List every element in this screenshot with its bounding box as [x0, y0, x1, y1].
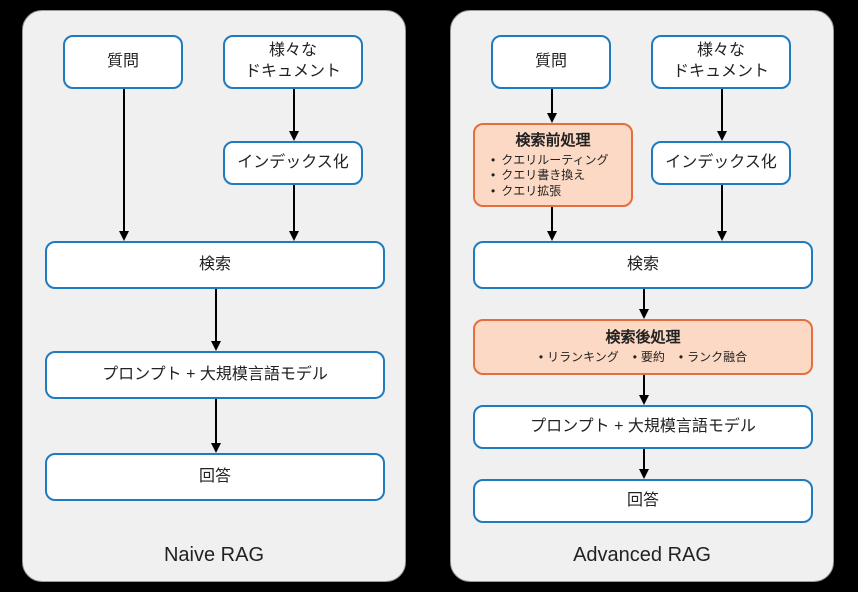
adv-post-item: ランク融合 [679, 350, 747, 366]
naive-indexing-box: インデックス化 [223, 141, 363, 185]
adv-pre-title: 検索前処理 [515, 131, 590, 151]
advanced-title: Advanced RAG [451, 544, 833, 567]
arrow-icon [215, 289, 217, 351]
naive-documents-box: 様々な ドキュメント [223, 35, 363, 89]
naive-prompt-llm-label: プロンプト + 大規模言語モデル [102, 365, 328, 386]
arrow-icon [721, 185, 723, 241]
adv-pre-list: クエリルーティング クエリ書き換え クエリ拡張 [485, 153, 621, 200]
arrow-icon [721, 89, 723, 141]
adv-indexing-label: インデックス化 [665, 153, 777, 174]
naive-documents-label: 様々な ドキュメント [245, 41, 341, 83]
arrow-icon [215, 399, 217, 453]
naive-title: Naive RAG [23, 544, 405, 567]
adv-retrieval-label: 検索 [627, 255, 659, 276]
advanced-panel: 質問 様々な ドキュメント 検索前処理 クエリルーティング クエリ書き換え クエ… [450, 10, 834, 582]
naive-prompt-llm-box: プロンプト + 大規模言語モデル [45, 351, 385, 399]
naive-answer-label: 回答 [199, 467, 231, 488]
naive-retrieval-box: 検索 [45, 241, 385, 289]
adv-answer-box: 回答 [473, 479, 813, 523]
adv-post-title: 検索後処理 [605, 328, 680, 348]
arrow-icon [643, 449, 645, 479]
naive-panel: 質問 様々な ドキュメント インデックス化 検索 プロンプト + 大規模言語モデ… [22, 10, 406, 582]
adv-answer-label: 回答 [627, 491, 659, 512]
adv-documents-label: 様々な ドキュメント [673, 41, 769, 83]
arrow-icon [293, 89, 295, 141]
naive-question-label: 質問 [107, 52, 139, 73]
adv-documents-box: 様々な ドキュメント [651, 35, 791, 89]
arrow-icon [123, 89, 125, 241]
adv-retrieval-box: 検索 [473, 241, 813, 289]
adv-indexing-box: インデックス化 [651, 141, 791, 185]
adv-post-item: リランキング [539, 350, 619, 366]
naive-retrieval-label: 検索 [199, 255, 231, 276]
adv-prompt-llm-box: プロンプト + 大規模言語モデル [473, 405, 813, 449]
arrow-icon [551, 207, 553, 241]
adv-prompt-llm-label: プロンプト + 大規模言語モデル [530, 417, 756, 438]
naive-indexing-label: インデックス化 [237, 153, 349, 174]
adv-post-retrieval-box: 検索後処理 リランキング 要約 ランク融合 [473, 319, 813, 375]
arrow-icon [551, 89, 553, 123]
naive-question-box: 質問 [63, 35, 183, 89]
arrow-icon [643, 375, 645, 405]
adv-pre-item: クエリ書き換え [491, 168, 621, 184]
adv-question-label: 質問 [535, 52, 567, 73]
naive-answer-box: 回答 [45, 453, 385, 501]
arrow-icon [293, 185, 295, 241]
arrow-icon [643, 289, 645, 319]
adv-pre-retrieval-box: 検索前処理 クエリルーティング クエリ書き換え クエリ拡張 [473, 123, 633, 207]
adv-pre-item: クエリルーティング [491, 153, 621, 169]
adv-post-list: リランキング 要約 ランク融合 [539, 350, 747, 366]
adv-post-item: 要約 [633, 350, 665, 366]
adv-pre-item: クエリ拡張 [491, 184, 621, 200]
adv-question-box: 質問 [491, 35, 611, 89]
